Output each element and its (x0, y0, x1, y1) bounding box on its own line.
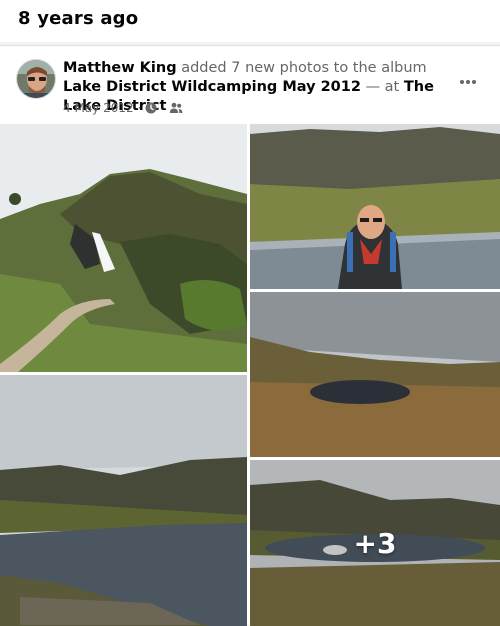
clock-icon (145, 102, 157, 114)
meta-dot-2: · (161, 101, 166, 115)
photo-hiker[interactable] (250, 124, 500, 289)
memory-header: 8 years ago (0, 0, 500, 42)
author-link[interactable]: Matthew King (63, 60, 177, 76)
post-meta: 4 May 2012 · · (63, 101, 183, 115)
photo-lake[interactable] (0, 375, 247, 626)
photo-grid: +3 (0, 124, 500, 626)
more-photos-count: +3 (353, 526, 397, 560)
more-photos-overlay[interactable]: +3 (250, 460, 500, 626)
album-link[interactable]: Lake District Wildcamping May 2012 (63, 79, 361, 95)
location-separator: — at (365, 79, 400, 95)
more-options-icon (460, 80, 476, 84)
post-action-text: added 7 new photos to the album (181, 60, 427, 76)
post-date[interactable]: 4 May 2012 (63, 101, 134, 115)
post-header: Matthew King added 7 new photos to the a… (0, 46, 500, 124)
avatar[interactable] (16, 59, 56, 99)
avatar-photo (17, 60, 55, 98)
photo-waterfall[interactable] (0, 124, 247, 372)
post-card: Matthew King added 7 new photos to the a… (0, 45, 500, 626)
photo-tarn[interactable] (250, 292, 500, 457)
more-options-button[interactable] (456, 70, 480, 94)
meta-dot: · (137, 101, 142, 115)
memory-title: 8 years ago (18, 8, 139, 29)
friends-icon[interactable] (169, 102, 183, 114)
photo-more[interactable]: +3 (250, 460, 500, 626)
